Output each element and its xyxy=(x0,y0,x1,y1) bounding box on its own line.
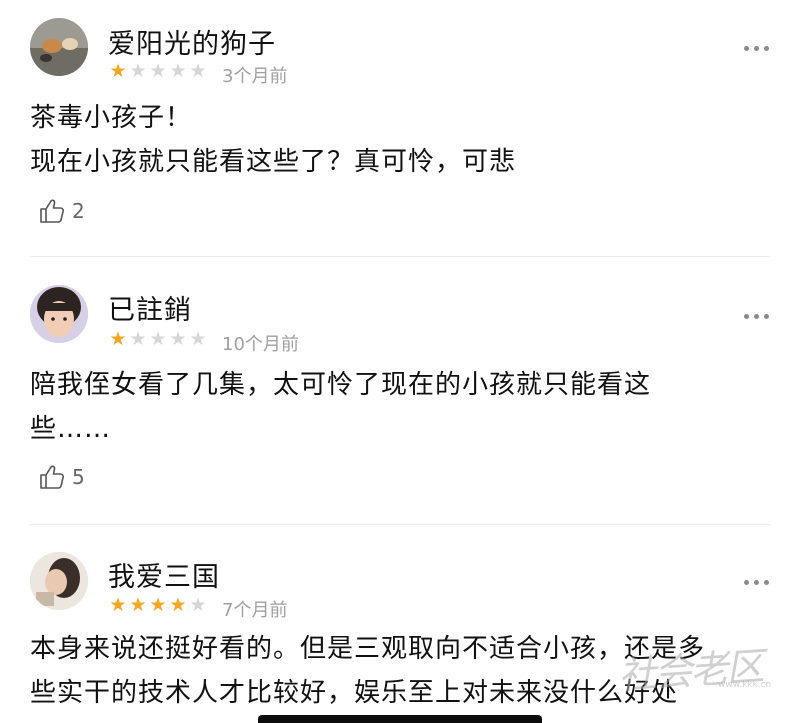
thumbs-up-icon xyxy=(40,465,64,489)
review-text-line: 些…… xyxy=(30,414,112,444)
more-options-button[interactable] xyxy=(738,38,774,58)
more-options-button[interactable] xyxy=(738,306,774,326)
username[interactable]: 我爱三国 xyxy=(108,555,220,594)
star-icon: ★ xyxy=(109,328,127,350)
star-icon: ★ xyxy=(189,328,207,350)
username[interactable]: 爱阳光的狗子 xyxy=(108,22,276,61)
divider xyxy=(30,256,770,257)
star-rating: ★ ★ ★ ★ ★ xyxy=(108,328,208,350)
star-icon: ★ xyxy=(149,60,167,82)
star-icon: ★ xyxy=(149,328,167,350)
more-dots-icon xyxy=(763,313,769,319)
star-icon: ★ xyxy=(149,594,167,616)
star-rating: ★ ★ ★ ★ ★ xyxy=(108,594,208,616)
star-icon: ★ xyxy=(169,328,187,350)
star-icon: ★ xyxy=(109,60,127,82)
star-icon: ★ xyxy=(129,594,147,616)
review-text-line: 现在小孩就只能看这些了？真可怜，可悲 xyxy=(30,147,517,177)
watermark-logo: 社会老区 xyxy=(616,644,764,698)
review-time: 7个月前 xyxy=(222,600,288,621)
more-dots-icon xyxy=(743,579,749,585)
star-icon: ★ xyxy=(129,60,147,82)
review-item-2: 已註銷 ★ ★ ★ ★ ★ 10个月前 陪我侄女看了几集，太可怜了现在的小孩就只能看这 … xyxy=(0,260,800,522)
like-count: 2 xyxy=(72,199,85,223)
star-icon: ★ xyxy=(169,594,187,616)
review-content: 茶毒小孩子！ 现在小孩就只能看这些了？真可怜，可悲 xyxy=(30,96,750,184)
star-rating: ★ ★ ★ ★ ★ xyxy=(108,60,208,82)
more-dots-icon xyxy=(763,45,769,51)
username[interactable]: 已註銷 xyxy=(108,288,192,327)
user-avatar[interactable] xyxy=(30,18,88,76)
review-text-line: 茶毒小孩子！ xyxy=(30,103,193,133)
review-content: 陪我侄女看了几集，太可怜了现在的小孩就只能看这 些…… xyxy=(30,363,750,451)
star-icon: ★ xyxy=(129,328,147,350)
more-dots-icon xyxy=(753,45,759,51)
review-time: 3个月前 xyxy=(222,66,288,87)
watermark-url: www.kkk.cn xyxy=(718,680,772,690)
home-indicator[interactable] xyxy=(258,715,542,723)
review-time: 10个月前 xyxy=(222,334,299,355)
divider xyxy=(30,524,770,525)
review-item-1: 爱阳光的狗子 ★ ★ ★ ★ ★ 3个月前 茶毒小孩子！ 现在小孩就只能看这些了？真可怜… xyxy=(0,0,800,255)
like-button[interactable]: 2 xyxy=(38,196,85,226)
more-dots-icon xyxy=(753,579,759,585)
star-icon: ★ xyxy=(189,594,207,616)
more-dots-icon xyxy=(743,45,749,51)
like-count: 5 xyxy=(72,465,85,489)
user-avatar[interactable] xyxy=(30,552,88,610)
more-dots-icon xyxy=(743,313,749,319)
like-button[interactable]: 5 xyxy=(38,462,85,492)
more-dots-icon xyxy=(753,313,759,319)
more-options-button[interactable] xyxy=(738,572,774,592)
star-icon: ★ xyxy=(169,60,187,82)
thumbs-up-icon xyxy=(40,199,64,223)
star-icon: ★ xyxy=(189,60,207,82)
review-text-line: 陪我侄女看了几集，太可怜了现在的小孩就只能看这 xyxy=(30,370,652,400)
star-icon: ★ xyxy=(109,594,127,616)
user-avatar[interactable] xyxy=(30,285,88,343)
more-dots-icon xyxy=(763,579,769,585)
